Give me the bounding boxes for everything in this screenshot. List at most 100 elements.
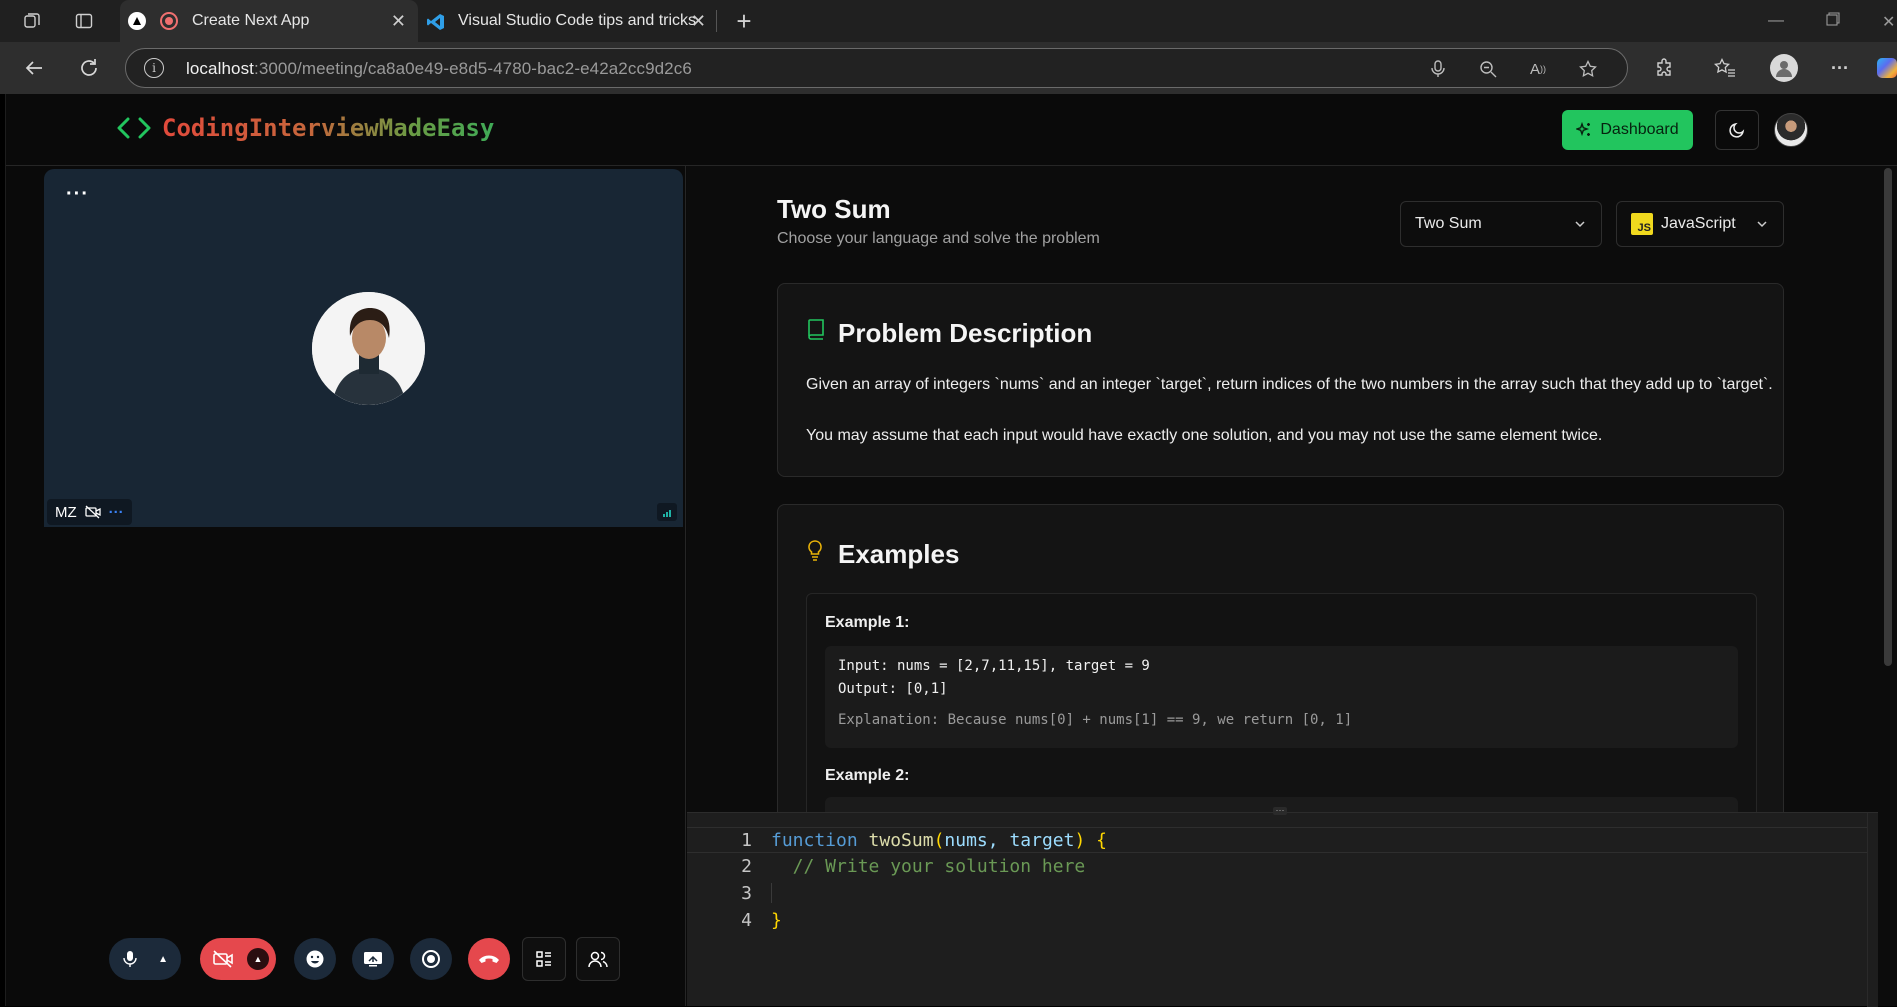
editor-scrollbar[interactable] [1867,813,1878,1007]
line-number: 3 [741,883,752,904]
description-heading: Problem Description [838,318,1093,348]
layout-list-icon [536,951,551,967]
camera-off-icon [85,505,101,519]
reactions-button[interactable] [294,938,336,980]
microphone-icon [123,951,137,967]
network-signal-icon [657,503,677,521]
camera-toggle-button[interactable]: ▲ [200,938,276,980]
profile-icon[interactable] [1770,54,1798,82]
close-tab-icon[interactable]: ✕ [391,11,406,32]
browser-tabstrip: Create Next App ✕ Visual Studio Code tip… [0,0,1897,42]
problem-title: Two Sum [777,194,891,224]
zoom-out-icon[interactable] [1478,59,1498,79]
reload-icon[interactable] [77,56,101,80]
lightbulb-icon [808,540,822,561]
close-window-icon[interactable]: ✕ [1882,12,1895,32]
app-header: CodingInterviewMadeEasy Dashboard [6,94,1897,166]
more-options-icon[interactable]: ··· [1828,56,1852,80]
tab-actions-icon[interactable] [72,9,96,33]
line-number: 1 [741,830,752,851]
copilot-icon[interactable] [1876,56,1897,80]
line-number: 4 [741,910,752,931]
example-explanation: Explanation: Because nums[0] + nums[1] =… [838,712,1353,728]
tab-divider [716,10,717,32]
code-editor[interactable]: ··· 1 function twoSum(nums, target) { 2 … [687,806,1878,1007]
tab-create-next-app[interactable]: Create Next App ✕ [120,0,418,42]
participant-options-icon[interactable]: ··· [109,504,124,521]
participant-video-tile: ··· MZ ··· [44,169,683,527]
favorite-star-icon[interactable] [1578,59,1598,79]
screen-share-icon [364,952,382,967]
back-icon[interactable] [22,56,46,80]
app-root: CodingInterviewMadeEasy Dashboard ··· MZ… [5,94,1897,1007]
tile-more-options-icon[interactable]: ··· [66,183,89,206]
minimize-icon[interactable]: — [1768,12,1784,30]
camera-off-icon [213,950,233,968]
tab-title: Visual Studio Code tips and tricks [458,12,697,29]
editor-line[interactable]: 4 } [687,908,1878,934]
participant-avatar [312,292,425,405]
editor-line[interactable]: 1 function twoSum(nums, target) { [687,827,1878,853]
emoji-icon [306,950,324,968]
theme-toggle-button[interactable] [1715,110,1759,150]
user-avatar[interactable] [1774,113,1808,147]
examples-heading: Examples [838,539,960,569]
users-icon [588,951,608,968]
problem-description-card: Problem Description Given an array of in… [777,283,1784,477]
description-paragraph: Given an array of integers `nums` and an… [806,376,1773,393]
language-select[interactable]: JS JavaScript [1616,201,1784,247]
dashboard-button[interactable]: Dashboard [1562,110,1693,150]
example-input: Input: nums = [2,7,11,15], target = 9 [838,658,1150,674]
participant-name-tag: MZ ··· [47,499,132,525]
nextjs-favicon-icon [128,12,146,30]
call-controls: ▲ ▲ [6,934,686,984]
editor-line[interactable]: 3 [687,881,1878,907]
moon-icon [1729,122,1745,138]
brand-name: CodingInterviewMadeEasy [162,114,495,142]
example-label: Example 1: [825,614,910,631]
editor-line[interactable]: 2 // Write your solution here [687,854,1878,880]
workspaces-icon[interactable] [20,9,44,33]
end-call-button[interactable] [468,938,510,980]
address-bar[interactable]: i localhost:3000/meeting/ca8a0e49-e8d5-4… [125,48,1628,88]
participant-initials: MZ [55,503,77,521]
vscode-favicon-icon [426,12,446,37]
description-paragraph: You may assume that each input would hav… [806,427,1603,444]
brand-logo[interactable]: CodingInterviewMadeEasy [116,114,494,142]
microphone-toggle-button[interactable]: ▲ [109,938,181,980]
address-bar-row: i localhost:3000/meeting/ca8a0e49-e8d5-4… [0,42,1897,94]
recording-icon [160,12,178,30]
chevron-up-icon[interactable]: ▲ [247,948,269,970]
chevron-up-icon[interactable]: ▲ [158,954,168,965]
javascript-icon: JS [1631,213,1653,235]
problem-scrollbar-thumb[interactable] [1884,168,1892,666]
layout-button[interactable] [522,937,566,981]
extensions-icon[interactable] [1652,56,1676,80]
microphone-icon[interactable] [1428,59,1448,79]
sparkles-icon [1576,122,1591,137]
chevron-down-icon [1575,221,1585,228]
record-button[interactable] [410,938,452,980]
participants-button[interactable] [576,937,620,981]
line-number: 2 [741,856,752,877]
hang-up-icon [479,955,499,963]
record-icon [422,950,440,968]
new-tab-icon[interactable]: + [732,6,756,36]
screen-share-button[interactable] [352,938,394,980]
example-label: Example 2: [825,767,910,784]
restore-icon[interactable] [1826,12,1840,31]
favorites-icon[interactable] [1713,56,1737,80]
video-call-panel: ··· MZ ··· ▲ ▲ [6,166,686,1006]
problem-subtitle: Choose your language and solve the probl… [777,230,1100,247]
example-code: Input: nums = [2,7,11,15], target = 9 Ou… [825,646,1738,748]
tab-vscode-tips[interactable]: Visual Studio Code tips and tricks ✕ [420,0,710,42]
close-tab-icon[interactable]: ✕ [691,11,706,32]
book-icon [808,319,824,340]
resize-handle-icon[interactable]: ··· [1273,806,1287,815]
site-info-icon[interactable]: i [144,58,164,78]
chevron-down-icon [1757,221,1767,228]
url-text[interactable]: localhost:3000/meeting/ca8a0e49-e8d5-478… [186,59,692,79]
question-select[interactable]: Two Sum [1400,201,1602,247]
code-brackets-icon [117,117,151,139]
read-aloud-icon[interactable]: A)) [1528,59,1548,79]
